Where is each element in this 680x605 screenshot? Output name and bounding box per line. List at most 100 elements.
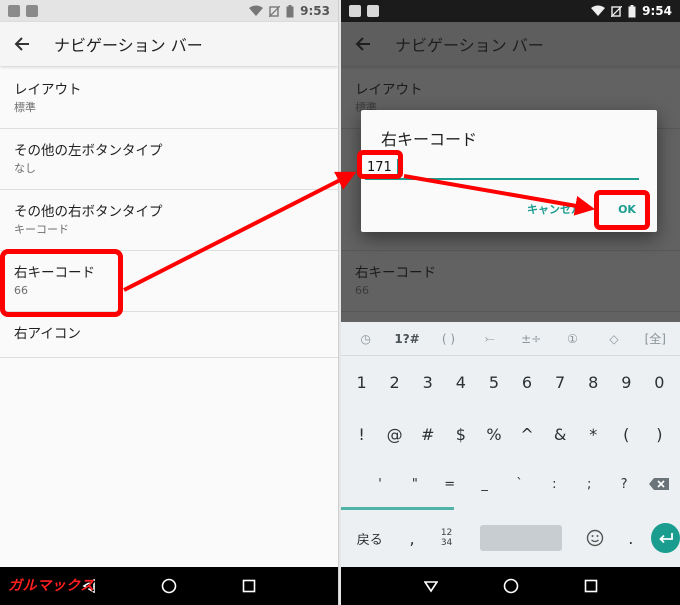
navigation-bar [341,567,680,605]
fullwidth-mode-key[interactable]: [全] [640,324,670,354]
keyboard-row-numbers: 1 2 3 4 5 6 7 8 9 0 [345,363,676,401]
number-key-top: 12 [440,528,453,538]
cancel-button[interactable]: キャンセル [527,197,587,221]
back-arrow-icon[interactable] [341,22,385,66]
key[interactable]: 2 [378,365,411,399]
key[interactable]: 5 [477,365,510,399]
right-phone-screen: 9:54 ナビゲーション バー レイアウト 標準 右キーコード 66 右キーコー… [341,0,680,605]
settings-item-layout[interactable]: レイアウト 標準 [0,68,338,129]
key[interactable]: ; [572,467,606,501]
nav-recents-icon[interactable] [584,579,598,593]
key[interactable]: 7 [544,365,577,399]
item-title: 右キーコード [14,265,95,281]
wifi-icon [591,5,606,16]
item-title: 右アイコン [14,326,81,342]
dialog-title: 右キーコード [381,130,478,149]
nav-home-icon[interactable] [503,578,519,594]
arrows-mode-key[interactable]: ⤚ [475,324,505,354]
image-notification-icon [349,5,361,17]
back-arrow-icon[interactable] [0,22,44,66]
key[interactable]: 6 [510,365,543,399]
backspace-icon[interactable] [642,467,676,501]
nav-back-down-icon[interactable] [423,579,438,593]
period-key[interactable]: . [616,529,645,548]
back-key[interactable]: 戻る [341,529,399,548]
item-title: レイアウト [14,82,82,98]
key[interactable]: _ [468,467,502,501]
item-title: その他の右ボタンタイプ [14,204,163,220]
status-bar: 9:54 [341,0,680,22]
soft-keyboard: ◷ 1?# ( ) ⤚ ±÷ ① ◇ [全] 1 2 3 4 5 6 7 8 9… [341,322,680,567]
settings-item-left-button-type[interactable]: その他の左ボタンタイプ なし [0,129,338,190]
item-title: レイアウト [355,82,423,98]
comma-key[interactable]: , [399,529,426,548]
app-notification-icon [26,5,38,17]
settings-item-right-button-type[interactable]: その他の右ボタンタイプ キーコード [0,190,338,251]
keyboard-mode-row: ◷ 1?# ( ) ⤚ ±÷ ① ◇ [全] [341,322,680,356]
keycode-dialog: 右キーコード キャンセル OK [361,110,657,232]
settings-item-right-keycode[interactable]: 右キーコード 66 [341,251,680,312]
app-toolbar: ナビゲーション バー [0,22,338,66]
page-title: ナビゲーション バー [54,36,203,55]
key[interactable]: 0 [643,365,676,399]
circled-numbers-mode-key[interactable]: ① [558,324,588,354]
emoji-icon[interactable] [574,529,616,547]
keyboard-row-punctuation: ' " = _ ` : ; ? [363,465,676,503]
settings-list: レイアウト 標準 その他の左ボタンタイプ なし その他の右ボタンタイプ キーコー… [0,68,338,358]
item-subtitle: なし [14,162,36,175]
settings-item-right-keycode[interactable]: 右キーコード 66 [0,251,338,312]
key[interactable]: " [398,467,432,501]
key[interactable]: ^ [510,417,543,451]
left-phone-screen: 9:53 ナビゲーション バー レイアウト 標準 その他の左ボタンタイプ なし … [0,0,339,605]
keyboard-bottom-row: 戻る , 12 34 . [341,514,680,562]
item-title: 右キーコード [355,265,436,281]
key[interactable]: $ [444,417,477,451]
number-key-bottom: 34 [440,538,453,548]
key[interactable]: ) [643,417,676,451]
symbols-mode-key[interactable]: 1?# [392,324,422,354]
nav-home-icon[interactable] [161,578,177,594]
key[interactable]: & [544,417,577,451]
key[interactable]: ! [345,417,378,451]
shapes-mode-key[interactable]: ◇ [599,324,629,354]
enter-icon[interactable] [651,523,680,553]
key[interactable]: ? [607,467,641,501]
key[interactable]: ( [610,417,643,451]
key[interactable]: 1 [345,365,378,399]
key[interactable]: % [477,417,510,451]
space-key[interactable] [479,525,563,551]
keyboard-row-symbols: ! @ # $ % ^ & * ( ) [345,415,676,453]
settings-item-right-icon[interactable]: 右アイコン [0,312,338,358]
math-mode-key[interactable]: ±÷ [516,324,546,354]
nav-recents-icon[interactable] [242,579,256,593]
status-time: 9:53 [300,4,330,18]
watermark-logo: ガルマックス [8,578,95,594]
key[interactable]: ` [503,467,537,501]
key[interactable]: 3 [411,365,444,399]
status-bar: 9:53 [0,0,338,22]
brackets-mode-key[interactable]: ( ) [433,324,463,354]
wifi-icon [249,5,264,16]
key[interactable]: 8 [577,365,610,399]
key[interactable]: : [537,467,571,501]
key[interactable]: 9 [610,365,643,399]
key[interactable]: ' [363,467,397,501]
battery-icon [286,4,294,17]
ok-button[interactable]: OK [607,197,647,221]
history-icon[interactable]: ◷ [351,324,381,354]
app-notification-icon [367,5,379,17]
item-subtitle: 標準 [14,101,36,114]
app-toolbar: ナビゲーション バー [341,22,680,66]
key[interactable]: @ [378,417,411,451]
image-notification-icon [8,5,20,17]
battery-icon [628,4,636,17]
key[interactable]: 4 [444,365,477,399]
keycode-input[interactable] [365,157,639,178]
text-cursor [397,159,398,174]
item-title: その他の左ボタンタイプ [14,143,163,159]
key[interactable]: = [433,467,467,501]
key[interactable]: # [411,417,444,451]
status-time: 9:54 [642,4,672,18]
key[interactable]: * [577,417,610,451]
number-layout-key[interactable]: 12 34 [425,528,467,548]
